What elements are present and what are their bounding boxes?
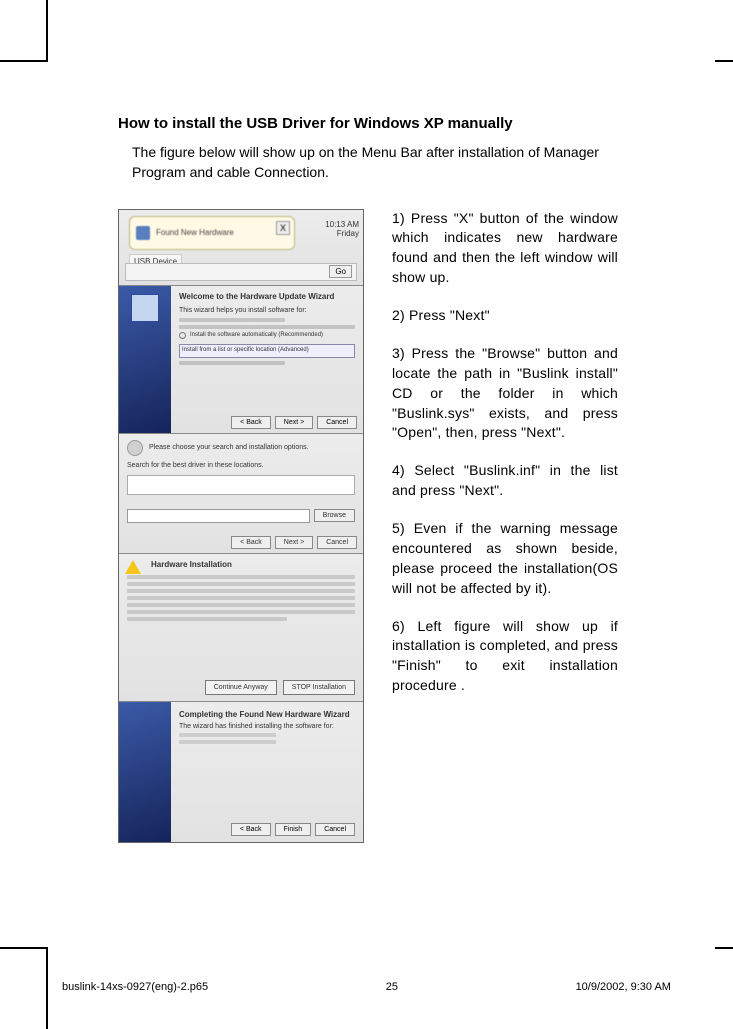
wizard-radio-advanced[interactable]: Install from a list or specific location… — [179, 344, 355, 358]
finish-sidebar — [119, 702, 171, 842]
system-tray: 10:13 AM Friday — [309, 220, 359, 238]
intro-text: The figure below will show up on the Men… — [132, 142, 618, 183]
finish-title: Completing the Found New Hardware Wizard — [179, 710, 355, 720]
browse-header: Please choose your search and installati… — [127, 440, 355, 456]
step-3: 3) Press the "Browse" button and locate … — [392, 344, 618, 443]
step-4: 4) Select "Buslink.inf" in the list and … — [392, 461, 618, 501]
wizard-title: Welcome to the Hardware Update Wizard — [179, 292, 355, 302]
crop-mark — [715, 60, 733, 62]
info-icon — [136, 226, 150, 240]
tray-day: Friday — [309, 229, 359, 238]
next-button[interactable]: Next > — [275, 416, 313, 429]
continue-anyway-button[interactable]: Continue Anyway — [205, 680, 277, 695]
crop-mark — [46, 947, 48, 1029]
finish-subtitle: The wizard has finished installing the s… — [179, 723, 355, 730]
step-1: 1) Press "X" button of the window which … — [392, 209, 618, 289]
step-6: 6) Left figure will show up if installat… — [392, 617, 618, 697]
crop-mark — [0, 947, 48, 949]
footer-page-number: 25 — [386, 981, 398, 993]
wizard-welcome-pane: Welcome to the Hardware Update Wizard Th… — [119, 286, 363, 434]
warning-pane: Hardware Installation Continue Anyway ST… — [119, 554, 363, 702]
back-button[interactable]: < Back — [231, 416, 271, 429]
browse-header-text: Please choose your search and installati… — [149, 444, 309, 451]
section-heading: How to install the USB Driver for Window… — [118, 115, 618, 132]
crop-mark — [715, 947, 733, 949]
wizard-buttons: < Back Next > Cancel — [231, 416, 357, 429]
warning-buttons: Continue Anyway STOP Installation — [205, 680, 355, 695]
footer-filename: buslink-14xs-0927(eng)-2.p65 — [62, 981, 208, 993]
wizard-sidebar — [119, 286, 171, 433]
step-2: 2) Press "Next" — [392, 306, 618, 326]
location-list[interactable] — [127, 475, 355, 495]
cancel-button[interactable]: Cancel — [317, 536, 357, 549]
back-button[interactable]: < Back — [231, 823, 271, 836]
warning-title: Hardware Installation — [151, 560, 355, 569]
page-footer: buslink-14xs-0927(eng)-2.p65 25 10/9/200… — [62, 981, 671, 993]
stop-installation-button[interactable]: STOP Installation — [283, 680, 355, 695]
screenshot-figure: Found New Hardware X USB Device Go 10:13… — [118, 209, 364, 843]
finish-pane: Completing the Found New Hardware Wizard… — [119, 702, 363, 842]
page: How to install the USB Driver for Window… — [0, 0, 733, 1029]
crop-mark — [46, 0, 48, 62]
browse-text: Search for the best driver in these loca… — [127, 462, 355, 469]
finish-body: Completing the Found New Hardware Wizard… — [171, 702, 363, 842]
cancel-button[interactable]: Cancel — [315, 823, 355, 836]
finish-buttons: < Back Finish Cancel — [231, 823, 355, 836]
crop-mark — [0, 60, 48, 62]
browse-buttons: < Back Next > Cancel — [231, 536, 357, 549]
taskbar-pane: Found New Hardware X USB Device Go 10:13… — [119, 210, 363, 286]
wizard-subtitle: This wizard helps you install software f… — [179, 306, 355, 315]
options-icon — [127, 440, 143, 456]
browse-button[interactable]: Browse — [314, 509, 355, 522]
footer-datetime: 10/9/2002, 9:30 AM — [576, 981, 671, 993]
path-row: Browse — [127, 509, 355, 523]
tray-time: 10:13 AM — [309, 220, 359, 229]
two-column-layout: Found New Hardware X USB Device Go 10:13… — [118, 209, 618, 843]
content-area: How to install the USB Driver for Window… — [118, 115, 618, 843]
finish-button[interactable]: Finish — [275, 823, 312, 836]
step-5: 5) Even if the warning message encounter… — [392, 519, 618, 599]
wizard-body: Welcome to the Hardware Update Wizard Th… — [171, 286, 363, 433]
go-button[interactable]: Go — [329, 265, 352, 278]
back-button[interactable]: < Back — [231, 536, 271, 549]
next-button[interactable]: Next > — [275, 536, 313, 549]
address-toolbar: Go — [125, 263, 357, 281]
warning-body — [127, 575, 355, 621]
browse-pane: Please choose your search and installati… — [119, 434, 363, 554]
instruction-steps: 1) Press "X" button of the window which … — [392, 209, 618, 715]
found-hardware-balloon: Found New Hardware X — [129, 216, 295, 250]
balloon-title: Found New Hardware — [156, 228, 234, 237]
warning-icon — [125, 560, 141, 574]
path-input[interactable] — [127, 509, 310, 523]
wizard-radio-auto[interactable]: Install the software automatically (Reco… — [179, 332, 355, 340]
balloon-close-button[interactable]: X — [276, 221, 290, 235]
wizard-icon — [131, 294, 159, 322]
cancel-button[interactable]: Cancel — [317, 416, 357, 429]
